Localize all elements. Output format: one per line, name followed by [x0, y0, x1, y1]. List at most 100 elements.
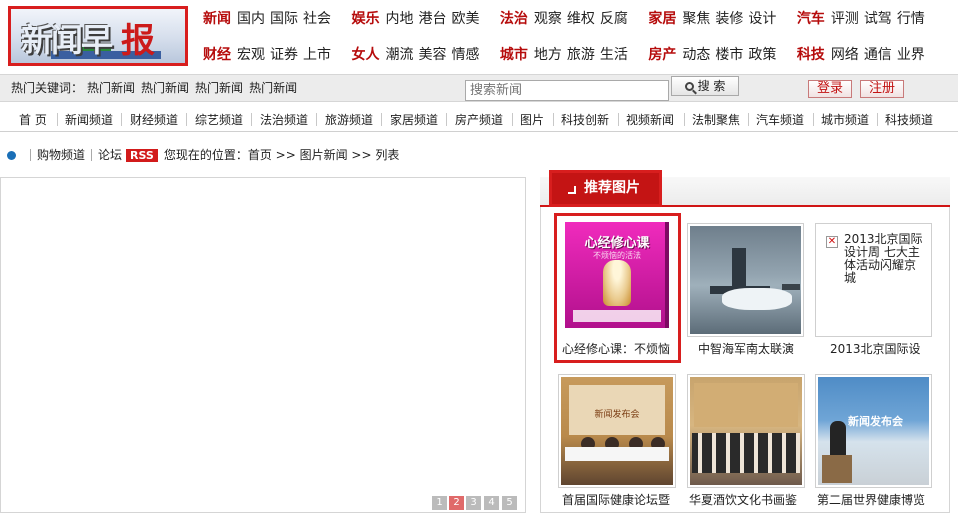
nav-sub-link[interactable]: 政策 [748, 47, 776, 63]
nav-sub-link[interactable]: 网络 [831, 47, 859, 63]
recommend-item-4[interactable]: 新闻发布会 [558, 374, 676, 488]
hot-keyword-link[interactable]: 热门新闻 [249, 81, 297, 95]
nav-sub-link[interactable]: 试驾 [864, 11, 892, 27]
hot-keyword-link[interactable]: 热门新闻 [195, 81, 243, 95]
recommend-item-6[interactable]: 新闻发布会 [815, 374, 932, 488]
pagination-page[interactable]: 4 [484, 496, 499, 510]
nav-sub-link[interactable]: 内地 [385, 11, 413, 27]
nav-sub-link[interactable]: 旅游 [567, 47, 595, 63]
nav-sub-link[interactable]: 维权 [567, 11, 595, 27]
recommend-caption[interactable]: 华夏酒饮文化书画鉴 [689, 491, 797, 508]
divider [91, 149, 93, 161]
speaker-photo[interactable]: 新闻发布会 [818, 377, 929, 485]
nav-sub-link[interactable]: 港台 [418, 11, 446, 27]
press-conference-photo[interactable]: 新闻发布会 [561, 377, 673, 485]
nav-sub-link[interactable]: 设计 [748, 11, 776, 27]
nav-category-link[interactable]: 城市 [500, 47, 528, 63]
nav-sub-link[interactable]: 欧美 [451, 11, 479, 27]
nav-category-link[interactable]: 法治 [500, 11, 528, 27]
channel-link[interactable]: 综艺频道 [195, 111, 243, 128]
nav-category-link[interactable]: 财经 [203, 47, 231, 63]
channel-link[interactable]: 汽车频道 [756, 111, 804, 128]
rss-icon[interactable]: RSS [126, 149, 158, 162]
pagination-page[interactable]: 3 [466, 496, 481, 510]
channel-divider [186, 113, 187, 126]
nav-sub-link[interactable]: 地方 [534, 47, 562, 63]
nav-sub-link[interactable]: 反腐 [600, 11, 628, 27]
broken-image[interactable]: ✕ 2013北京国际设计周 七大主体活动闪耀京城 [818, 226, 929, 334]
recommend-caption[interactable]: 第二届世界健康博览 [817, 491, 925, 508]
recommend-caption[interactable]: 心经修心课：不烦恼 [562, 340, 670, 357]
recommend-item-3[interactable]: ✕ 2013北京国际设计周 七大主体活动闪耀京城 [815, 223, 932, 337]
pagination-page[interactable]: 5 [502, 496, 517, 510]
nav-sub-link[interactable]: 聚焦 [682, 11, 710, 27]
recommend-caption[interactable]: 中智海军南太联演 [698, 340, 794, 357]
nav-category-link[interactable]: 新闻 [203, 11, 231, 27]
nav-category-link[interactable]: 家居 [648, 11, 676, 27]
channel-link[interactable]: 财经频道 [130, 111, 178, 128]
nav-sub-link[interactable]: 美容 [418, 47, 446, 63]
nav-sub-link[interactable]: 国内 [237, 11, 265, 27]
channel-link[interactable]: 新闻频道 [65, 111, 113, 128]
hot-keyword-link[interactable]: 热门新闻 [141, 81, 189, 95]
channel-link[interactable]: 家居频道 [390, 111, 438, 128]
shop-channel-link[interactable]: 购物频道 [37, 148, 85, 162]
recommend-item-5[interactable] [687, 374, 805, 488]
nav-category-link[interactable]: 房产 [648, 47, 676, 63]
login-button[interactable]: 登录 [808, 80, 852, 98]
nav-sub-link[interactable]: 上市 [303, 47, 331, 63]
search-input[interactable] [465, 80, 669, 101]
nav-sub-link[interactable]: 评测 [831, 11, 859, 27]
banner-text: 新闻发布会 [848, 415, 903, 428]
pagination-page-active[interactable]: 2 [449, 496, 464, 510]
nav-sub-link[interactable]: 装修 [715, 11, 743, 27]
forum-link[interactable]: 论坛 [98, 148, 122, 162]
nav-sub-link[interactable]: 观察 [534, 11, 562, 27]
nav-sub-link[interactable]: 通信 [864, 47, 892, 63]
nav-category-link[interactable]: 娱乐 [351, 11, 379, 27]
podium [822, 455, 852, 483]
channel-link[interactable]: 城市频道 [821, 111, 869, 128]
recommend-item-2[interactable] [687, 223, 804, 337]
channel-divider [748, 113, 749, 126]
nav-sub-link[interactable]: 社会 [303, 11, 331, 27]
nav-group: 房产 动态 楼市 政策 [648, 44, 781, 64]
site-logo[interactable]: 新闻早 报 [8, 6, 188, 66]
nav-sub-link[interactable]: 证券 [270, 47, 298, 63]
nav-sub-link[interactable]: 楼市 [715, 47, 743, 63]
search-button[interactable]: 搜 索 [671, 76, 739, 96]
nav-sub-link[interactable]: 生活 [600, 47, 628, 63]
nav-sub-link[interactable]: 潮流 [385, 47, 413, 63]
buddha-figure [603, 260, 631, 306]
nav-sub-link[interactable]: 业界 [897, 47, 925, 63]
channel-link[interactable]: 科技创新 [561, 111, 609, 128]
nav-sub-link[interactable]: 动态 [682, 47, 710, 63]
recommend-caption[interactable]: 首届国际健康论坛暨 [562, 491, 670, 508]
channel-divider [446, 113, 447, 126]
nav-category-link[interactable]: 汽车 [797, 11, 825, 27]
channel-link[interactable]: 首 页 [19, 111, 47, 128]
book-cover-image[interactable]: 心经修心课 不烦恼的活法 [559, 218, 676, 330]
channel-link[interactable]: 旅游频道 [325, 111, 373, 128]
channel-link[interactable]: 视频新闻 [626, 111, 674, 128]
nav-sub-link[interactable]: 宏观 [237, 47, 265, 63]
hot-keyword-link[interactable]: 热门新闻 [87, 81, 135, 95]
channel-link[interactable]: 图片 [520, 111, 544, 128]
nav-sub-link[interactable]: 情感 [451, 47, 479, 63]
warship-photo[interactable] [690, 226, 801, 334]
channel-link[interactable]: 房产频道 [455, 111, 503, 128]
channel-link[interactable]: 法制聚焦 [692, 111, 740, 128]
nav-group: 女人 潮流 美容 情感 [351, 44, 484, 64]
nav-sub-link[interactable]: 国际 [270, 11, 298, 27]
pagination-page[interactable]: 1 [432, 496, 447, 510]
channel-link[interactable]: 法治频道 [260, 111, 308, 128]
group-photo[interactable] [690, 377, 802, 485]
recommend-caption[interactable]: 2013北京国际设 [830, 340, 921, 357]
nav-sub-link[interactable]: 行情 [897, 11, 925, 27]
register-button[interactable]: 注册 [860, 80, 904, 98]
channel-link[interactable]: 科技频道 [885, 111, 933, 128]
channel-divider [251, 113, 252, 126]
nav-category-link[interactable]: 女人 [351, 47, 379, 63]
nav-group: 家居 聚焦 装修 设计 [648, 8, 781, 28]
nav-category-link[interactable]: 科技 [797, 47, 825, 63]
